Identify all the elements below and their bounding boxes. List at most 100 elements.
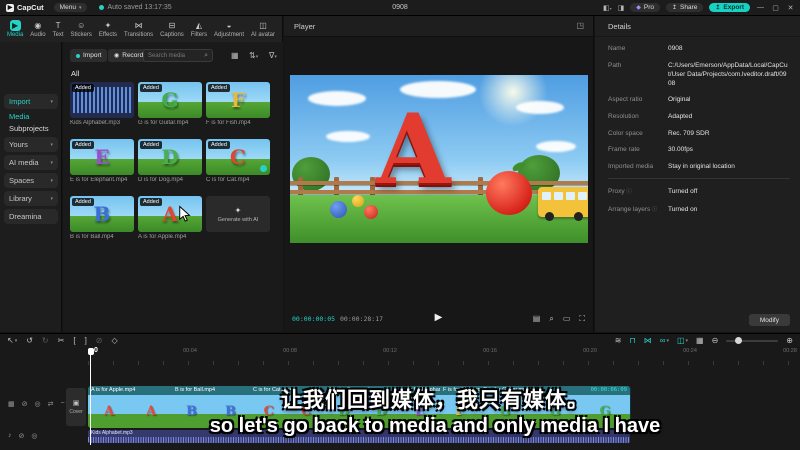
details-value: 0908 xyxy=(668,45,683,52)
toolbar-tab-captions[interactable]: ⊟ Captions xyxy=(160,20,184,38)
ruler-label: 00:04 xyxy=(183,348,197,354)
toolbar-tab-effects[interactable]: ✦ Effects xyxy=(99,20,117,38)
video-thumbnail[interactable]: C Added xyxy=(206,139,270,175)
zoom-slider-knob[interactable] xyxy=(735,337,743,344)
layers-icon[interactable]: ≋ xyxy=(615,336,622,345)
undo-icon[interactable]: ↺ xyxy=(26,336,33,345)
sidebar-item-import[interactable]: Import ▾ xyxy=(4,94,58,109)
audio-thumbnail[interactable]: Added xyxy=(70,82,134,118)
export-button[interactable]: ↥ Export xyxy=(709,3,750,12)
toolbar-tab-text[interactable]: T Text xyxy=(53,20,64,38)
autosave-dot-icon xyxy=(99,5,105,10)
collapse-track-icon[interactable]: − xyxy=(60,400,64,408)
generate-label: Generate with AI xyxy=(217,216,259,223)
media-item-name: A is for Apple.mp4 xyxy=(138,234,187,240)
timeline-zoom-slider[interactable] xyxy=(726,337,779,344)
redo-icon[interactable]: ↻ xyxy=(42,336,49,345)
in-use-indicator xyxy=(260,165,267,172)
sidebar-item-yours[interactable]: Yours ▾ xyxy=(4,137,58,152)
import-button[interactable]: Import xyxy=(70,49,108,62)
toolbar-tab-stickers[interactable]: ☺ Stickers xyxy=(71,20,92,38)
trim-right-icon[interactable]: ] xyxy=(85,336,87,345)
track-options-icon[interactable]: ▦ xyxy=(8,400,15,408)
modify-button[interactable]: Modify xyxy=(748,314,790,326)
text-icon: T xyxy=(55,21,61,30)
frame-compare-icon[interactable]: ▤ xyxy=(533,314,541,324)
toolbar-tab-filters[interactable]: ◭ Filters xyxy=(191,20,207,38)
search-input[interactable]: Search media ⌕ xyxy=(143,49,213,62)
details-row: Proxy ⓘ Turned off xyxy=(608,187,790,197)
mute-track-icon[interactable]: ⊘ xyxy=(22,400,28,408)
minimize-button[interactable]: — xyxy=(756,4,765,11)
video-thumbnail[interactable]: G Added xyxy=(138,82,202,118)
zoom-out-icon[interactable]: ⊖ xyxy=(712,336,719,345)
details-label: Arrange layers ⓘ xyxy=(608,205,658,213)
zoom-in-icon[interactable]: ⊕ xyxy=(786,336,793,345)
video-thumbnail[interactable]: F Added xyxy=(206,82,270,118)
sidebar-item-subprojects[interactable]: Subprojects xyxy=(4,122,58,135)
ratio-icon[interactable]: ▭ xyxy=(563,314,571,324)
sidebar-item-dreamina[interactable]: Dreamina xyxy=(4,209,58,224)
filter-icon[interactable]: ∇▾ xyxy=(269,51,277,60)
share-button[interactable]: ↥ Share xyxy=(665,3,704,12)
video-track-header: ▦ ⊘ ◎ ⇄ − xyxy=(8,400,65,408)
media-item-name: B is for Ball.mp4 xyxy=(70,234,114,240)
close-button[interactable]: ✕ xyxy=(786,4,795,12)
keyframe-icon[interactable]: ◇ xyxy=(112,336,118,345)
video-thumbnail[interactable]: B Added xyxy=(70,196,134,232)
toolbar-tab-transitions[interactable]: ⋈ Transitions xyxy=(124,20,153,38)
letter-a-graphic: A xyxy=(376,93,451,206)
toolbar-tab-adjustment[interactable]: ◒ Adjustment xyxy=(214,20,244,38)
hide-track-icon[interactable]: ◎ xyxy=(35,400,41,408)
expand-panel-icon[interactable]: ◳ xyxy=(576,21,584,30)
zoom-fit-icon[interactable]: ▦ xyxy=(696,336,704,345)
split-icon[interactable]: ✂ xyxy=(58,336,65,345)
play-button[interactable]: ▶ xyxy=(435,312,443,323)
generate-with-ai-card[interactable]: ✦ Generate with AI xyxy=(206,196,270,232)
video-preview[interactable]: A xyxy=(290,75,588,243)
layout-preset-icon[interactable]: ◧▾ xyxy=(603,4,612,12)
mute-track-icon[interactable]: ⊘ xyxy=(19,432,25,440)
panel-layout-icon[interactable]: ◨ xyxy=(618,4,625,12)
toolbar-tab-label: Filters xyxy=(190,32,208,38)
media-item: ✦ Generate with AI xyxy=(206,196,270,240)
maximize-button[interactable]: ▢ xyxy=(771,4,780,12)
view-toggle-icon[interactable]: ▦ xyxy=(231,51,239,60)
sidebar-item-ai-media[interactable]: AI media ▾ xyxy=(4,155,58,170)
details-value: Turned on xyxy=(668,205,698,213)
export-icon: ↥ xyxy=(715,5,721,11)
toolbar-tab-audio[interactable]: ◉ Audio xyxy=(30,20,45,38)
all-filter-label[interactable]: All xyxy=(71,69,79,78)
sidebar-item-spaces[interactable]: Spaces ▾ xyxy=(4,173,58,188)
details-label: Path xyxy=(608,61,622,69)
delete-icon[interactable]: ⊘ xyxy=(96,336,103,345)
toolbar-tab-label: Captions xyxy=(160,32,184,38)
menu-button[interactable]: Menu ▾ xyxy=(53,3,88,12)
sidebar-item-library[interactable]: Library ▾ xyxy=(4,191,58,206)
audio-track-icon[interactable]: ♪ xyxy=(8,432,12,440)
preview-quality-icon[interactable]: ⌕ xyxy=(549,314,553,324)
video-thumbnail[interactable]: E Added xyxy=(70,139,134,175)
mouse-cursor xyxy=(179,205,191,222)
pro-button[interactable]: ◆ Pro xyxy=(630,3,660,12)
autosave-text: Auto saved 13:17:35 xyxy=(107,4,172,11)
chevron-down-icon: ▾ xyxy=(685,337,689,344)
fullscreen-icon[interactable]: ⛶ xyxy=(579,314,585,324)
auto-snap-icon[interactable]: ⋈ xyxy=(644,336,652,345)
trim-left-icon[interactable]: [ xyxy=(73,336,75,345)
preview-axis-icon[interactable]: ◫ ▾ xyxy=(677,336,688,345)
linkage-icon[interactable]: ∞ ▾ xyxy=(660,336,669,345)
select-tool-icon[interactable]: ↖ ▾ xyxy=(7,336,17,345)
subtitle-chinese: 让我们回到媒体，我只有媒体。 xyxy=(281,389,589,412)
details-header: Details xyxy=(608,22,631,31)
capcut-logo: ▶ CapCut xyxy=(6,3,44,12)
toolbar-tab-ai-avatar[interactable]: ◫ AI avatar xyxy=(251,20,275,38)
share-label: Share xyxy=(680,4,698,11)
hide-track-icon[interactable]: ◎ xyxy=(31,432,37,440)
toolbar-tab-media[interactable]: ▶ Media xyxy=(7,20,23,38)
video-thumbnail[interactable]: D Added xyxy=(138,139,202,175)
media-icon: ▶ xyxy=(9,20,21,31)
reorder-track-icon[interactable]: ⇄ xyxy=(48,400,54,408)
sort-icon[interactable]: ⇅▾ xyxy=(249,51,258,60)
magnet-icon[interactable]: ⊓ xyxy=(629,336,635,345)
